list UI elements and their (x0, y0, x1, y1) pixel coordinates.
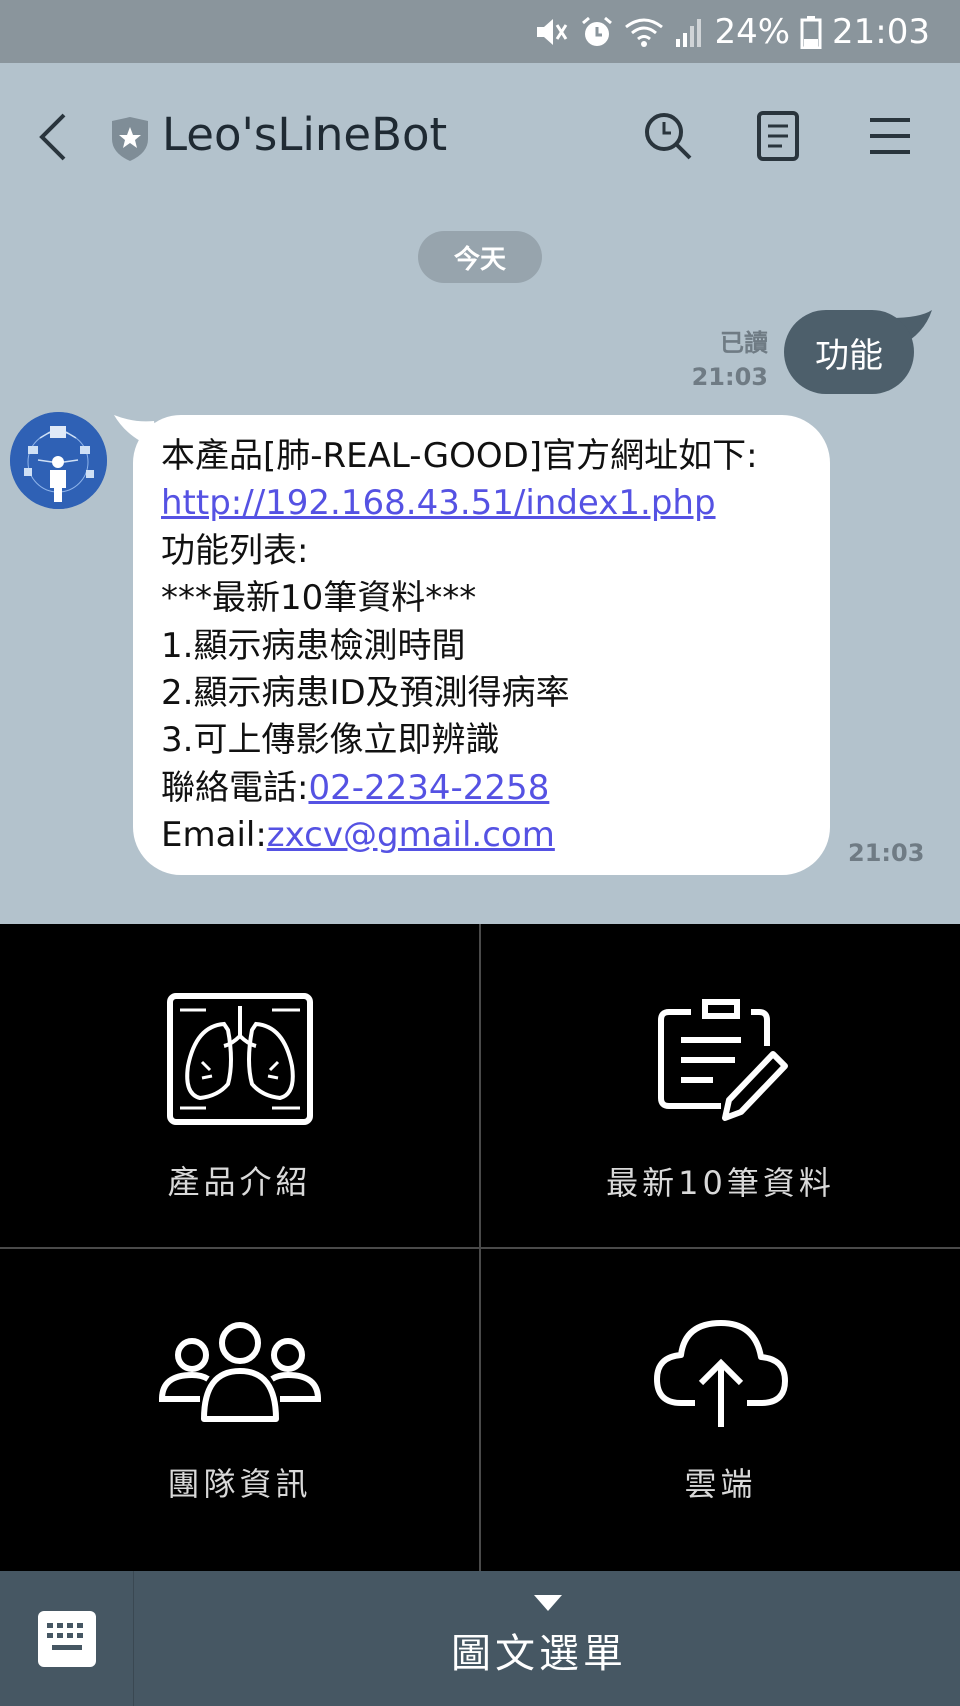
read-label: 已讀 (720, 329, 768, 357)
menu-icon[interactable] (862, 108, 918, 164)
battery-percent: 24% (714, 12, 791, 52)
keyboard-button[interactable] (0, 1571, 133, 1706)
avatar-image (10, 412, 107, 509)
shield-icon (112, 117, 148, 161)
received-message-bubble[interactable]: 本產品[肺-REAL-GOOD]官方網址如下: http://192.168.4… (133, 415, 830, 875)
sent-time: 21:03 (691, 363, 768, 391)
bot-avatar[interactable] (10, 412, 107, 509)
status-bar: 24% 21:03 (0, 0, 960, 63)
message-line: 3.可上傳影像立即辨識 (161, 720, 500, 761)
cloud-upload-icon (653, 1320, 788, 1427)
team-icon (158, 1322, 321, 1422)
rich-menu-label: 團隊資訊 (167, 1465, 312, 1503)
rich-menu-toggle-label: 圖文選單 (451, 1631, 627, 1677)
message-line: 本產品[肺-REAL-GOOD]官方網址如下: (161, 436, 758, 476)
rich-menu-label: 雲端 (684, 1465, 757, 1503)
message-line: 1.顯示病患檢測時間 (161, 625, 466, 666)
bottom-bar: 圖文選單 (0, 1571, 960, 1706)
search-icon[interactable] (640, 108, 696, 164)
rich-menu-item-product-intro[interactable]: 產品介紹 (0, 924, 479, 1247)
clipboard-edit-icon (657, 999, 788, 1121)
note-icon[interactable] (750, 108, 806, 164)
lungs-xray-icon (166, 993, 313, 1125)
rich-menu-item-latest-records[interactable]: 最新10筆資料 (481, 924, 960, 1247)
back-icon[interactable] (30, 107, 78, 167)
phone-label: 聯絡電話: (161, 767, 309, 808)
sent-message-bubble[interactable]: 功能 (784, 310, 914, 394)
email-link[interactable]: zxcv@gmail.com (267, 815, 555, 855)
rich-menu: 產品介紹 最新10筆資料 團隊資訊 雲端 (0, 924, 960, 1571)
signal-icon (676, 19, 702, 47)
rich-menu-divider (0, 1247, 960, 1249)
triangle-down-icon (534, 1595, 562, 1611)
status-time: 21:03 (832, 12, 930, 52)
mute-icon (537, 19, 568, 45)
rich-menu-label: 最新10筆資料 (606, 1164, 835, 1202)
alarm-icon (582, 16, 613, 46)
chat-header: Leo'sLineBot (0, 63, 960, 213)
rich-menu-label: 產品介紹 (167, 1163, 312, 1201)
phone-link[interactable]: 02-2234-2258 (308, 768, 549, 808)
email-label: Email: (161, 815, 267, 856)
message-line: ***最新10筆資料*** (161, 578, 477, 619)
read-receipt: 已讀 21:03 (692, 326, 768, 394)
received-time: 21:03 (848, 839, 925, 867)
date-separator: 今天 (418, 231, 542, 283)
website-link[interactable]: http://192.168.43.51/index1.php (161, 483, 716, 523)
wifi-icon (625, 18, 664, 47)
rich-menu-item-team-info[interactable]: 團隊資訊 (0, 1249, 479, 1572)
rich-menu-toggle[interactable]: 圖文選單 (134, 1571, 960, 1706)
keyboard-icon (38, 1611, 96, 1667)
chat-title: Leo'sLineBot (162, 108, 448, 161)
rich-menu-item-cloud[interactable]: 雲端 (481, 1249, 960, 1572)
battery-icon (800, 16, 822, 49)
message-line: 功能列表: (161, 530, 309, 571)
message-line: 2.顯示病患ID及預測得病率 (161, 673, 570, 714)
